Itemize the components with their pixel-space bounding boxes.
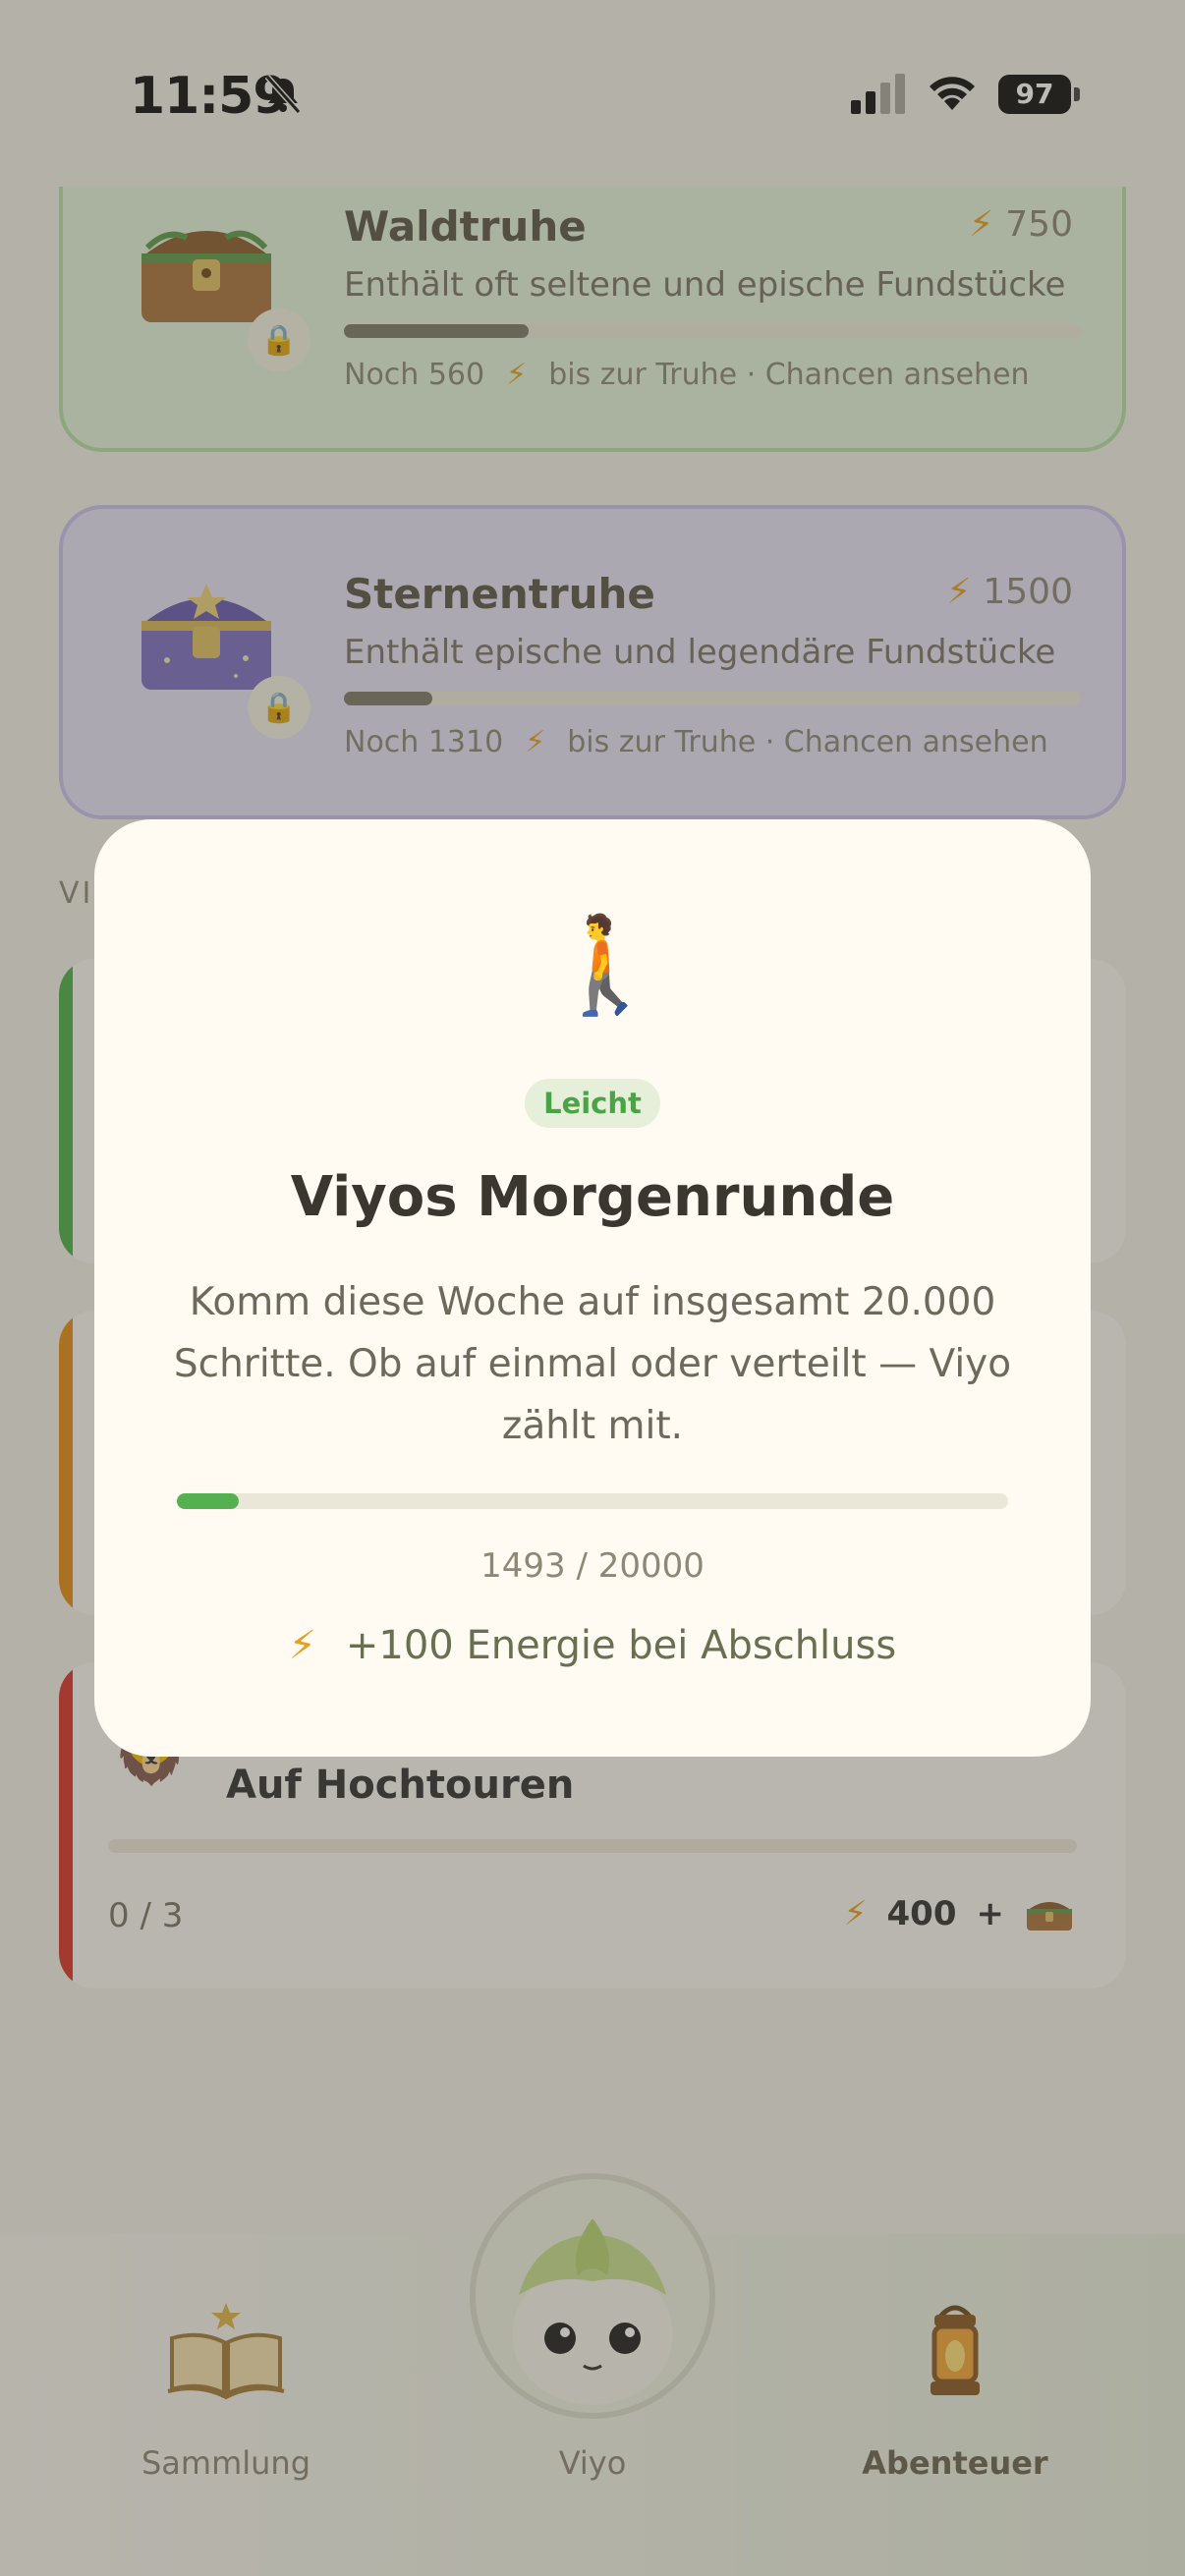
bolt-icon: ⚡ [288,1623,316,1668]
modal-description: Komm diese Woche auf insgesamt 20.000 Sc… [173,1280,1012,1448]
quest-detail-modal: 🚶 Leicht Viyos Morgenrunde Komm diese Wo… [94,819,1091,1757]
modal-reward: ⚡ +100 Energie bei Abschluss [94,1623,1091,1668]
walker-icon: 🚶 [546,910,664,1020]
modal-progress-fill [177,1493,240,1509]
difficulty-badge: Leicht [525,1079,660,1128]
modal-title: Viyos Morgenrunde [290,1165,895,1229]
modal-progress-bar [177,1493,1008,1509]
modal-reward-text: +100 Energie bei Abschluss [345,1623,897,1668]
screen: 11:59 97 🔒 Waldtruhe ⚡ 750 Enthält oft s… [0,0,1185,2576]
modal-progress-text: 1493 / 20000 [480,1546,705,1586]
